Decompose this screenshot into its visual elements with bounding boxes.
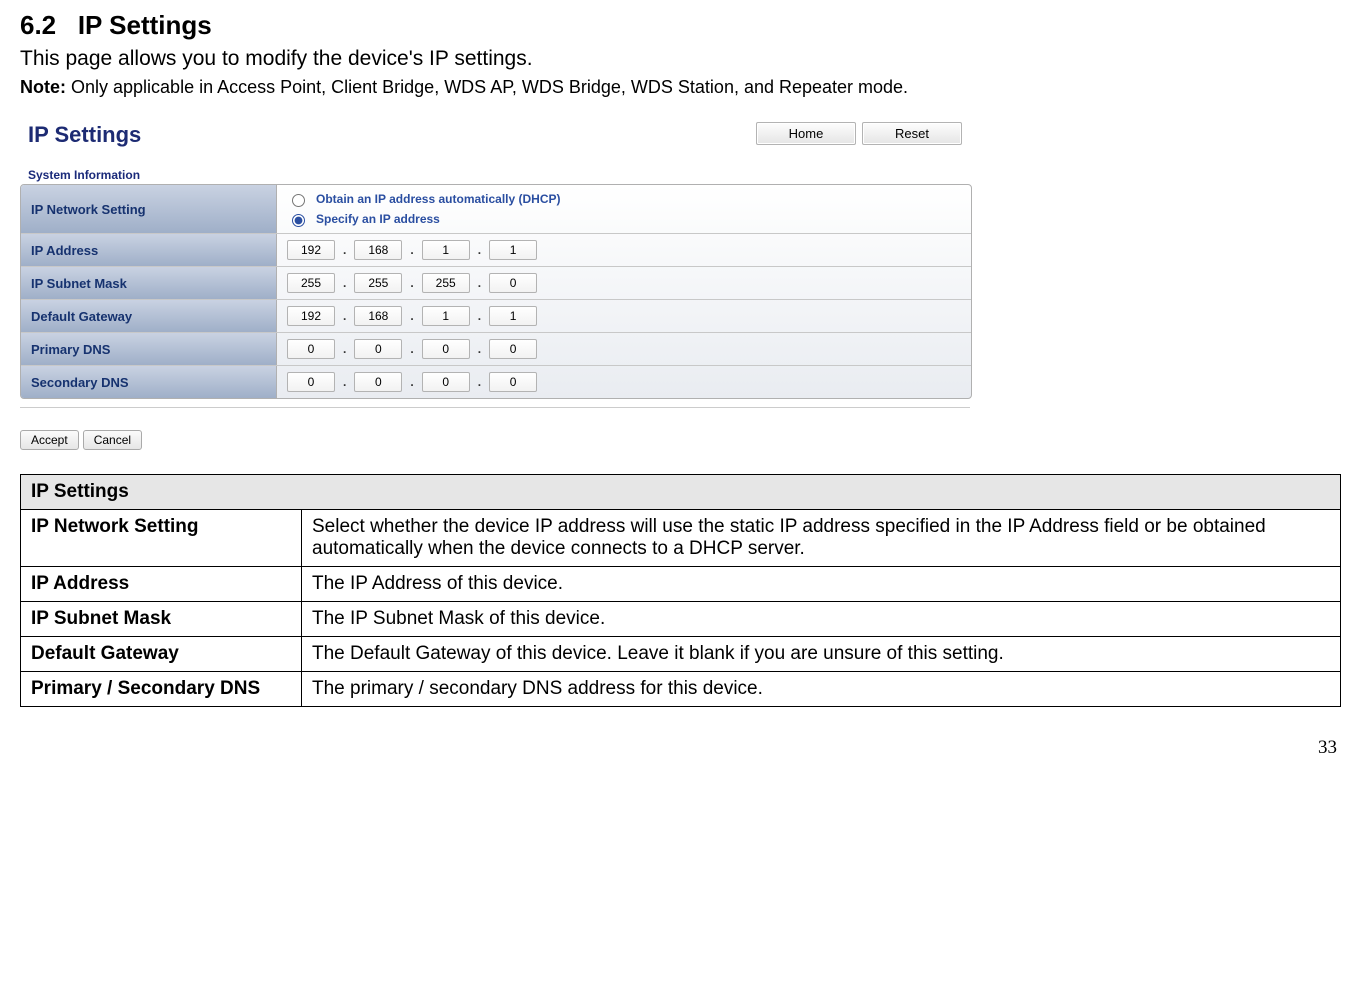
table-row: IP Address The IP Address of this device… bbox=[21, 567, 1341, 602]
desc-value: The IP Subnet Mask of this device. bbox=[302, 602, 1341, 637]
divider bbox=[20, 407, 970, 408]
home-button[interactable]: Home bbox=[756, 122, 856, 145]
desc-key: Default Gateway bbox=[21, 637, 302, 672]
ip-settings-screenshot: IP Settings Home Reset System Informatio… bbox=[20, 118, 970, 454]
row-secondary-dns: Secondary DNS . . . bbox=[21, 365, 971, 398]
desc-key: IP Subnet Mask bbox=[21, 602, 302, 637]
screenshot-footer: Accept Cancel bbox=[20, 426, 970, 454]
label-secondary-dns: Secondary DNS bbox=[21, 366, 277, 398]
ip-address-octet-4[interactable] bbox=[489, 240, 537, 260]
sdns-octet-2[interactable] bbox=[354, 372, 402, 392]
section-intro: This page allows you to modify the devic… bbox=[20, 47, 1341, 71]
row-subnet: IP Subnet Mask . . . bbox=[21, 266, 971, 299]
radio-static-input[interactable] bbox=[292, 214, 305, 227]
gateway-octet-1[interactable] bbox=[287, 306, 335, 326]
accept-button[interactable]: Accept bbox=[20, 430, 79, 450]
dot: . bbox=[410, 375, 413, 389]
desc-value: The primary / secondary DNS address for … bbox=[302, 672, 1341, 707]
pdns-octet-1[interactable] bbox=[287, 339, 335, 359]
gateway-octet-2[interactable] bbox=[354, 306, 402, 326]
radio-static-label: Specify an IP address bbox=[316, 212, 440, 226]
desc-key: IP Address bbox=[21, 567, 302, 602]
sdns-octet-1[interactable] bbox=[287, 372, 335, 392]
dot: . bbox=[478, 243, 481, 257]
system-information-heading: System Information bbox=[22, 166, 968, 184]
desc-value: The Default Gateway of this device. Leav… bbox=[302, 637, 1341, 672]
subnet-octet-4[interactable] bbox=[489, 273, 537, 293]
row-ip-network-setting: IP Network Setting Obtain an IP address … bbox=[21, 185, 971, 233]
desc-value: The IP Address of this device. bbox=[302, 567, 1341, 602]
label-ip-network-setting: IP Network Setting bbox=[21, 185, 277, 233]
dot: . bbox=[343, 309, 346, 323]
table-row: IP Network Setting Select whether the de… bbox=[21, 510, 1341, 567]
desc-value: Select whether the device IP address wil… bbox=[302, 510, 1341, 567]
radio-dhcp[interactable]: Obtain an IP address automatically (DHCP… bbox=[287, 191, 561, 207]
dot: . bbox=[343, 243, 346, 257]
config-table: IP Network Setting Obtain an IP address … bbox=[20, 184, 972, 399]
label-gateway: Default Gateway bbox=[21, 300, 277, 332]
radio-static[interactable]: Specify an IP address bbox=[287, 211, 561, 227]
dot: . bbox=[410, 342, 413, 356]
table-row: IP Subnet Mask The IP Subnet Mask of thi… bbox=[21, 602, 1341, 637]
panel-title: IP Settings bbox=[28, 122, 141, 148]
note-label: Note: bbox=[20, 77, 66, 97]
dot: . bbox=[343, 276, 346, 290]
label-subnet: IP Subnet Mask bbox=[21, 267, 277, 299]
pdns-octet-3[interactable] bbox=[422, 339, 470, 359]
subnet-octet-3[interactable] bbox=[422, 273, 470, 293]
table-row: Default Gateway The Default Gateway of t… bbox=[21, 637, 1341, 672]
dot: . bbox=[478, 276, 481, 290]
panel-buttons: Home Reset bbox=[756, 122, 962, 145]
description-header: IP Settings bbox=[21, 475, 1341, 510]
dot: . bbox=[410, 243, 413, 257]
subnet-octet-1[interactable] bbox=[287, 273, 335, 293]
reset-button[interactable]: Reset bbox=[862, 122, 962, 145]
ip-address-octet-1[interactable] bbox=[287, 240, 335, 260]
section-title-text: IP Settings bbox=[78, 10, 212, 40]
section-heading: 6.2 IP Settings bbox=[20, 10, 1341, 41]
dot: . bbox=[343, 342, 346, 356]
row-primary-dns: Primary DNS . . . bbox=[21, 332, 971, 365]
row-ip-address: IP Address . . . bbox=[21, 233, 971, 266]
dot: . bbox=[410, 309, 413, 323]
pdns-octet-2[interactable] bbox=[354, 339, 402, 359]
dot: . bbox=[478, 309, 481, 323]
radio-dhcp-label: Obtain an IP address automatically (DHCP… bbox=[316, 192, 561, 206]
desc-key: Primary / Secondary DNS bbox=[21, 672, 302, 707]
desc-key: IP Network Setting bbox=[21, 510, 302, 567]
dot: . bbox=[343, 375, 346, 389]
section-number: 6.2 bbox=[20, 10, 56, 40]
pdns-octet-4[interactable] bbox=[489, 339, 537, 359]
row-gateway: Default Gateway . . . bbox=[21, 299, 971, 332]
radio-dhcp-input[interactable] bbox=[292, 194, 305, 207]
page-number: 33 bbox=[20, 737, 1341, 759]
cancel-button[interactable]: Cancel bbox=[83, 430, 142, 450]
label-ip-address: IP Address bbox=[21, 234, 277, 266]
subnet-octet-2[interactable] bbox=[354, 273, 402, 293]
sdns-octet-4[interactable] bbox=[489, 372, 537, 392]
section-note: Note: Only applicable in Access Point, C… bbox=[20, 77, 1341, 98]
ip-address-octet-3[interactable] bbox=[422, 240, 470, 260]
dot: . bbox=[478, 342, 481, 356]
label-primary-dns: Primary DNS bbox=[21, 333, 277, 365]
gateway-octet-3[interactable] bbox=[422, 306, 470, 326]
table-row: Primary / Secondary DNS The primary / se… bbox=[21, 672, 1341, 707]
note-text: Only applicable in Access Point, Client … bbox=[66, 77, 908, 97]
sdns-octet-3[interactable] bbox=[422, 372, 470, 392]
ip-address-octet-2[interactable] bbox=[354, 240, 402, 260]
description-table: IP Settings IP Network Setting Select wh… bbox=[20, 474, 1341, 707]
screenshot-header: IP Settings Home Reset bbox=[20, 118, 970, 156]
dot: . bbox=[410, 276, 413, 290]
dot: . bbox=[478, 375, 481, 389]
gateway-octet-4[interactable] bbox=[489, 306, 537, 326]
